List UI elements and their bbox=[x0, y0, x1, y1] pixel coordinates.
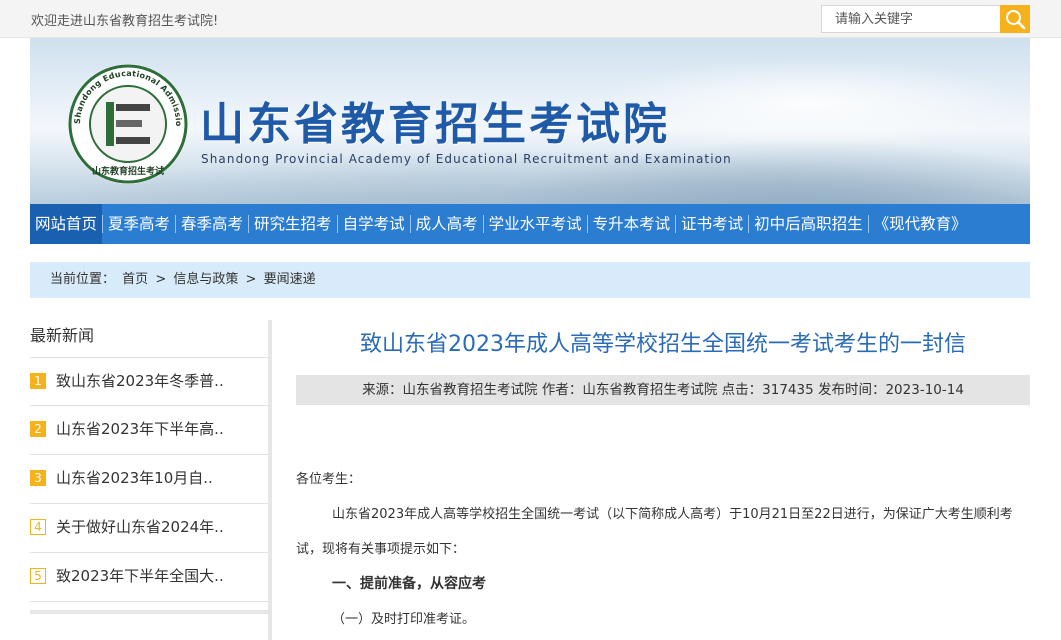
nav-item-graduate[interactable]: 研究生招考 bbox=[249, 204, 337, 244]
rank-badge: 1 bbox=[30, 373, 46, 389]
breadcrumb-separator: > bbox=[245, 272, 257, 287]
latest-news-sidebar: 最新新闻 1 致山东省2023年冬季普.. 2 山东省2023年下半年高.. 3… bbox=[30, 320, 272, 640]
news-link[interactable]: 山东省2023年下半年高.. bbox=[56, 418, 224, 439]
article-meta: 来源：山东省教育招生考试院 作者：山东省教育招生考试院 点击：317435 发布… bbox=[296, 375, 1030, 405]
nav-item-home[interactable]: 网站首页 bbox=[30, 204, 103, 244]
rank-badge: 3 bbox=[30, 470, 46, 486]
sidebar-bottom-bar bbox=[30, 610, 268, 614]
search-button[interactable] bbox=[1000, 5, 1030, 33]
search-input[interactable] bbox=[821, 5, 1001, 33]
article-subheading: （一）及时打印准考证。 bbox=[332, 612, 476, 627]
nav-item-certificate[interactable]: 证书考试 bbox=[676, 204, 748, 244]
list-item[interactable]: 2 山东省2023年下半年高.. bbox=[30, 406, 268, 455]
rank-badge: 2 bbox=[30, 421, 46, 437]
rank-badge: 4 bbox=[30, 519, 46, 535]
search-icon bbox=[1006, 10, 1026, 30]
article-heading: 一、提前准备，从容应考 bbox=[332, 576, 486, 592]
logo-bottom-text: 山东教育招生考试 bbox=[92, 165, 164, 177]
breadcrumb-prefix: 当前位置： bbox=[50, 272, 116, 287]
main-nav: 网站首页 夏季高考 春季高考 研究生招考 自学考试 成人高考 学业水平考试 专升… bbox=[30, 204, 1030, 244]
welcome-text: 欢迎走进山东省教育招生考试院! bbox=[31, 14, 219, 29]
top-bar: 欢迎走进山东省教育招生考试院! bbox=[0, 0, 1061, 38]
nav-item-adult[interactable]: 成人高考 bbox=[411, 204, 483, 244]
sidebar-title: 最新新闻 bbox=[30, 326, 95, 345]
breadcrumb-info-policy[interactable]: 信息与政策 bbox=[173, 272, 238, 287]
site-subtitle: Shandong Provincial Academy of Education… bbox=[201, 152, 732, 166]
breadcrumb-news[interactable]: 要闻速递 bbox=[264, 272, 316, 287]
list-item[interactable]: 1 致山东省2023年冬季普.. bbox=[30, 357, 268, 406]
breadcrumb-home[interactable]: 首页 bbox=[122, 272, 148, 287]
nav-item-upgrade[interactable]: 专升本考试 bbox=[588, 204, 676, 244]
article-greeting: 各位考生： bbox=[296, 472, 362, 487]
news-link[interactable]: 致山东省2023年冬季普.. bbox=[56, 370, 224, 391]
news-link[interactable]: 致2023年下半年全国大.. bbox=[56, 565, 224, 586]
news-link[interactable]: 山东省2023年10月自.. bbox=[56, 467, 213, 488]
article-paragraph: 山东省2023年成人高等学校招生全国统一考试（以下简称成人高考）于10月21日至… bbox=[296, 507, 1013, 557]
site-logo[interactable]: Shandong Educational Admission & Examina… bbox=[66, 62, 190, 186]
breadcrumb-separator: > bbox=[155, 272, 167, 287]
site-title: 山东省教育招生考试院 bbox=[200, 99, 670, 150]
article-title: 致山东省2023年成人高等学校招生全国统一考试考生的一封信 bbox=[360, 332, 966, 357]
sidebar-divider bbox=[268, 320, 272, 640]
news-list: 1 致山东省2023年冬季普.. 2 山东省2023年下半年高.. 3 山东省2… bbox=[30, 357, 268, 602]
nav-item-modern-education[interactable]: 《现代教育》 bbox=[869, 204, 972, 244]
nav-item-academic-level[interactable]: 学业水平考试 bbox=[484, 204, 587, 244]
rank-badge: 5 bbox=[30, 568, 46, 584]
list-item[interactable]: 3 山东省2023年10月自.. bbox=[30, 455, 268, 504]
article-body: 各位考生： 山东省2023年成人高等学校招生全国统一考试（以下简称成人高考）于1… bbox=[296, 462, 1026, 637]
breadcrumb: 当前位置： 首页 > 信息与政策 > 要闻速递 bbox=[30, 262, 1030, 298]
nav-item-spring-gaokao[interactable]: 春季高考 bbox=[176, 204, 248, 244]
news-link[interactable]: 关于做好山东省2024年.. bbox=[56, 516, 224, 537]
list-item[interactable]: 4 关于做好山东省2024年.. bbox=[30, 504, 268, 553]
nav-item-vocational[interactable]: 初中后高职招生 bbox=[749, 204, 868, 244]
header-banner: Shandong Educational Admission & Examina… bbox=[30, 38, 1030, 204]
list-item[interactable]: 5 致2023年下半年全国大.. bbox=[30, 553, 268, 602]
nav-item-summer-gaokao[interactable]: 夏季高考 bbox=[103, 204, 175, 244]
nav-item-self-study[interactable]: 自学考试 bbox=[338, 204, 410, 244]
